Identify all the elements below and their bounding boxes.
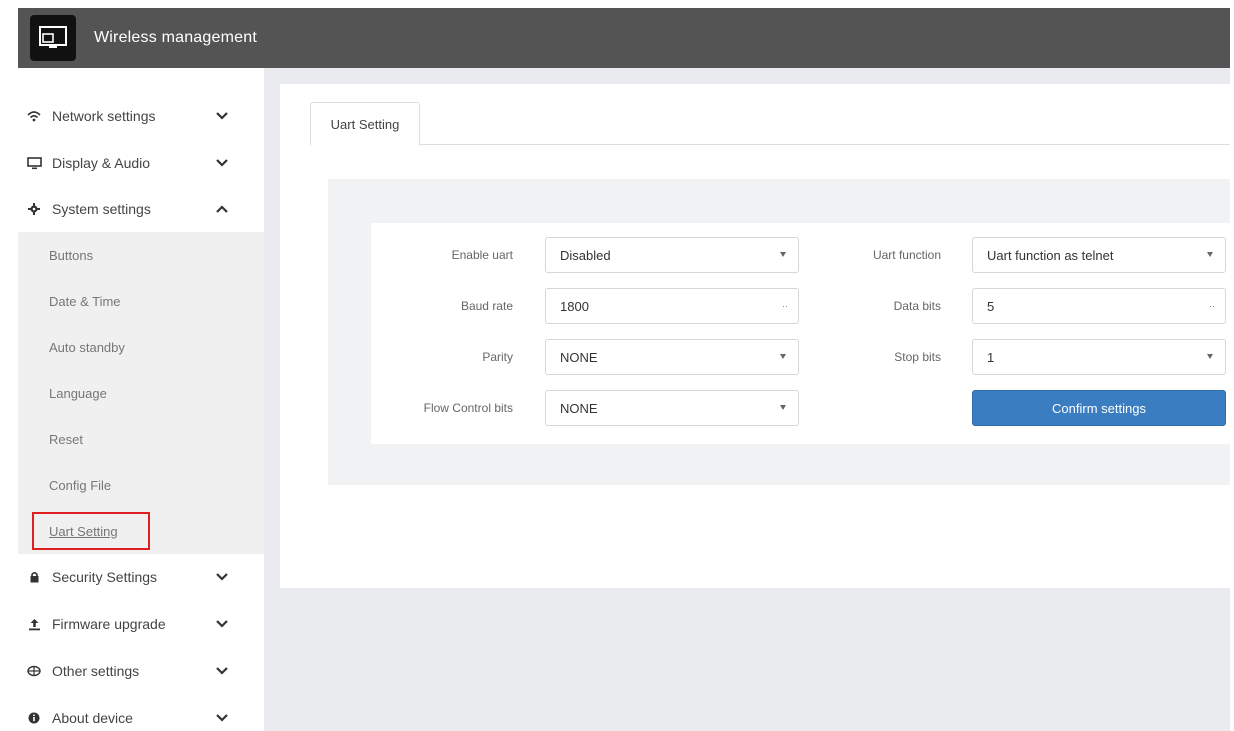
sidebar-item-label: About device: [52, 710, 133, 726]
tab-bar: Uart Setting: [310, 102, 1230, 146]
content-panel: Uart Setting Enable uart Disabled Uart f…: [280, 84, 1230, 588]
stop-bits-value: 1: [987, 349, 995, 365]
sidebar-item-label: Firmware upgrade: [52, 616, 166, 632]
updown-icon: ··: [1209, 301, 1215, 311]
sidebar-item-system-settings[interactable]: System settings: [18, 186, 264, 232]
form-well: Enable uart Disabled Uart function Uart …: [328, 179, 1230, 485]
submenu-item-label: Reset: [49, 431, 83, 447]
gear-icon: [26, 203, 42, 215]
submenu-item-config-file[interactable]: Config File: [18, 462, 264, 508]
sidebar-item-label: Security Settings: [52, 569, 158, 585]
submenu-item-auto-standby[interactable]: Auto standby: [18, 324, 264, 370]
sidebar-item-label: System settings: [52, 201, 151, 217]
uart-settings-form: Enable uart Disabled Uart function Uart …: [371, 223, 1230, 444]
upload-icon: [26, 618, 42, 631]
chevron-down-icon[interactable]: [214, 159, 230, 167]
chevron-down-icon: [780, 354, 786, 359]
chevron-down-icon: [1207, 252, 1213, 257]
baud-rate-select[interactable]: 1800 ··: [545, 288, 799, 324]
monitor-icon: [26, 156, 42, 170]
lock-icon: [26, 571, 42, 583]
info-icon: [26, 712, 42, 724]
globe-icon: [26, 665, 42, 677]
app-logo-icon: [30, 15, 76, 61]
data-bits-value: 5: [987, 298, 995, 314]
sidebar-item-display-audio[interactable]: Display & Audio: [18, 140, 264, 186]
app-title: Wireless management: [94, 29, 257, 46]
highlight-box: [32, 512, 150, 550]
sidebar-item-label: Display & Audio: [52, 155, 151, 171]
chevron-down-icon[interactable]: [214, 573, 230, 581]
sidebar-item-about-device[interactable]: About device: [18, 695, 264, 731]
sidebar-item-label: Other settings: [52, 663, 140, 679]
sidebar-item-label: Network settings: [52, 108, 156, 124]
enable-uart-value: Disabled: [560, 247, 611, 263]
submenu-item-reset[interactable]: Reset: [18, 416, 264, 462]
submenu-item-label: Auto standby: [49, 339, 125, 355]
chevron-down-icon[interactable]: [214, 667, 230, 675]
submenu-item-date-time[interactable]: Date & Time: [18, 278, 264, 324]
uart-function-label: Uart function: [872, 248, 941, 262]
sidebar-item-other-settings[interactable]: Other settings: [18, 648, 264, 694]
chevron-down-icon: [1207, 354, 1213, 359]
chevron-down-icon: [780, 252, 786, 257]
submenu-item-uart-setting[interactable]: Uart Setting: [18, 508, 264, 554]
parity-select[interactable]: NONE: [545, 339, 799, 375]
stop-bits-select[interactable]: 1: [972, 339, 1226, 375]
confirm-settings-button[interactable]: Confirm settings: [972, 390, 1226, 426]
submenu-item-language[interactable]: Language: [18, 370, 264, 416]
main-content: Uart Setting Enable uart Disabled Uart f…: [264, 68, 1230, 731]
stop-bits-label: Stop bits: [894, 350, 941, 364]
sidebar-item-firmware-upgrade[interactable]: Firmware upgrade: [18, 601, 264, 647]
flow-control-value: NONE: [560, 400, 598, 416]
chevron-down-icon[interactable]: [214, 620, 230, 628]
flow-control-select[interactable]: NONE: [545, 390, 799, 426]
parity-value: NONE: [560, 349, 598, 365]
submenu-item-label: Config File: [49, 477, 112, 493]
enable-uart-label: Enable uart: [451, 248, 513, 262]
uart-function-select[interactable]: Uart function as telnet: [972, 237, 1226, 273]
submenu-item-label: Language: [49, 385, 107, 401]
system-settings-submenu: Buttons Date & Time Auto standby Languag…: [18, 232, 264, 554]
baud-rate-value: 1800: [560, 298, 589, 314]
submenu-item-label: Buttons: [49, 247, 94, 263]
parity-label: Parity: [482, 350, 513, 364]
chevron-down-icon: [780, 405, 786, 410]
data-bits-label: Data bits: [893, 299, 941, 313]
sidebar-item-network-settings[interactable]: Network settings: [18, 93, 264, 139]
submenu-item-label: Date & Time: [49, 293, 121, 309]
updown-icon: ··: [782, 301, 788, 311]
chevron-up-icon[interactable]: [214, 205, 230, 213]
tab-uart-setting[interactable]: Uart Setting: [310, 102, 420, 146]
submenu-item-buttons[interactable]: Buttons: [18, 232, 264, 278]
wifi-icon: [26, 110, 42, 122]
uart-function-value: Uart function as telnet: [987, 247, 1114, 263]
sidebar: Network settings Display & Audio System …: [18, 68, 264, 731]
chevron-down-icon[interactable]: [214, 714, 230, 722]
baud-rate-label: Baud rate: [460, 299, 513, 313]
chevron-down-icon[interactable]: [214, 112, 230, 120]
enable-uart-select[interactable]: Disabled: [545, 237, 799, 273]
sidebar-item-security-settings[interactable]: Security Settings: [18, 554, 264, 600]
flow-control-label: Flow Control bits: [423, 401, 513, 415]
top-header: Wireless management: [18, 8, 1230, 68]
data-bits-select[interactable]: 5 ··: [972, 288, 1226, 324]
